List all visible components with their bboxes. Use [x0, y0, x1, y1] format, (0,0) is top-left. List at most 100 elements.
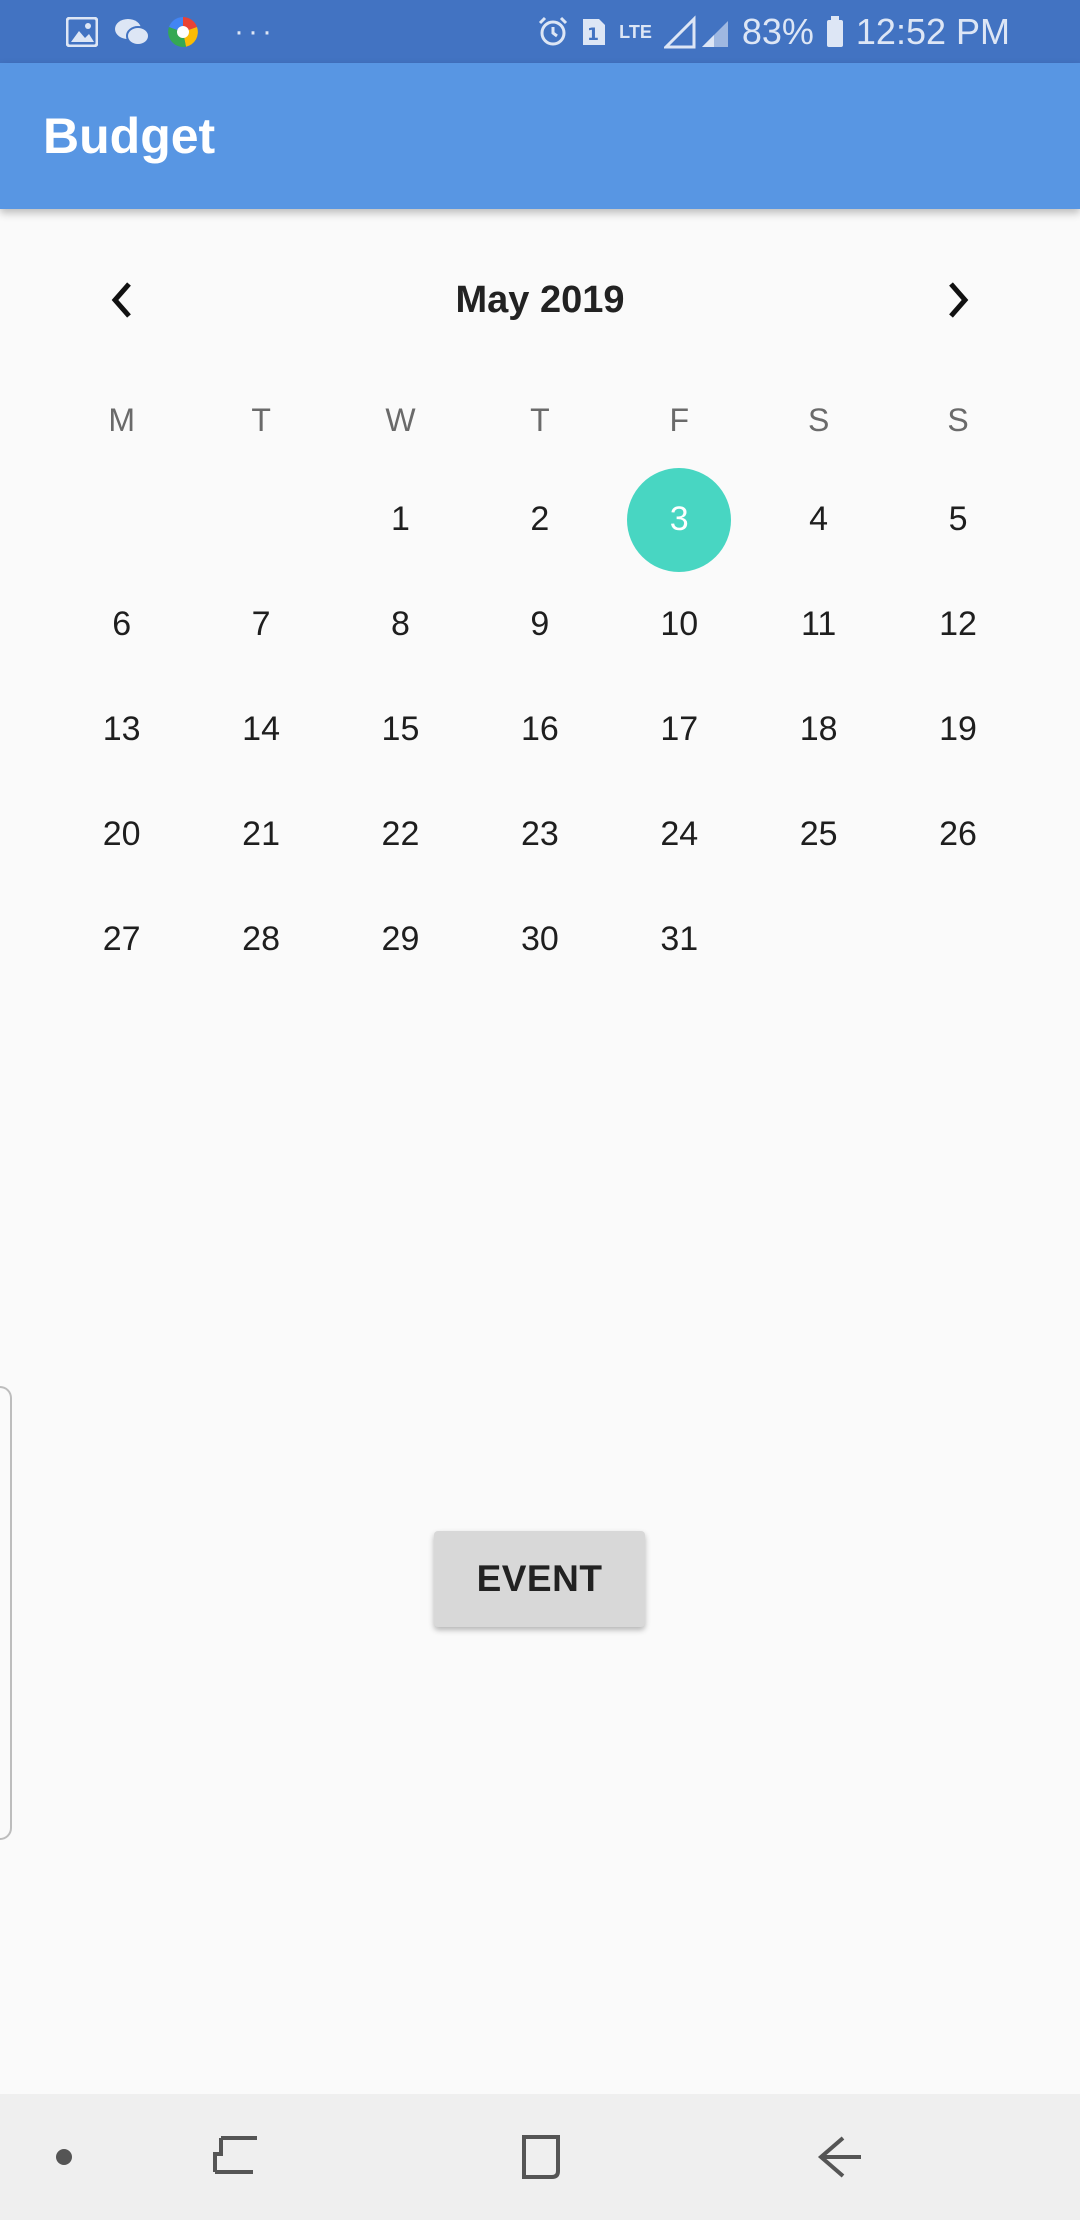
calendar-day-8[interactable]: 8	[331, 572, 470, 677]
calendar-day-10[interactable]: 10	[610, 572, 749, 677]
calendar-day-3[interactable]: 3	[610, 467, 749, 572]
day-number: 26	[939, 815, 977, 853]
empty-day-cell	[749, 887, 888, 992]
weekday-label: W	[385, 402, 416, 438]
page-title: Budget	[43, 108, 216, 164]
day-number: 1	[391, 500, 410, 538]
empty-day-cell	[191, 467, 330, 572]
day-number: 13	[102, 710, 141, 748]
day-number: 17	[660, 710, 699, 748]
day-number: 10	[660, 605, 699, 643]
calendar-day-14[interactable]: 14	[191, 677, 330, 782]
calendar-day-13[interactable]: 13	[52, 677, 191, 782]
battery-percent: 83%	[741, 10, 814, 52]
status-left-icons: ···	[66, 0, 276, 63]
more-notifications-icon: ···	[234, 14, 276, 48]
dot-icon[interactable]	[34, 2094, 94, 2220]
calendar-day-30[interactable]: 30	[470, 887, 609, 992]
day-number: 22	[381, 815, 420, 853]
calendar-day-19[interactable]: 19	[888, 677, 1027, 782]
calendar-week-row: 27 28 29 30 31	[52, 887, 1028, 992]
calendar-day-12[interactable]: 12	[888, 572, 1027, 677]
sim-icon: 1	[581, 17, 607, 47]
calendar-day-16[interactable]: 16	[470, 677, 609, 782]
calendar-week-row: 1 2 3 4 5	[52, 467, 1028, 572]
previous-month-button[interactable]	[92, 270, 152, 330]
day-number: 6	[112, 605, 132, 643]
calendar-day-11[interactable]: 11	[749, 572, 888, 677]
calendar-day-26[interactable]: 26	[888, 782, 1027, 887]
day-number: 4	[809, 500, 829, 538]
calendar-day-5[interactable]: 5	[888, 467, 1027, 572]
day-number: 27	[102, 920, 141, 958]
day-number: 24	[660, 815, 699, 853]
calendar-grid: 1 2 3 4 5 6 7 8 9 10 11 12 13 14 15 16 17 18 19 20 21 22 23 24 2…	[52, 467, 1028, 992]
calendar-day-4[interactable]: 4	[749, 467, 888, 572]
event-button[interactable]: EVENT	[434, 1531, 645, 1627]
calendar-day-2[interactable]: 2	[470, 467, 609, 572]
calendar-day-18[interactable]: 18	[749, 677, 888, 782]
calendar-week-row: 20 21 22 23 24 25 26	[52, 782, 1028, 887]
calendar-header: May 2019	[0, 250, 1080, 350]
signal-icon	[663, 14, 730, 49]
chevron-right-icon	[949, 282, 969, 318]
day-number: 2	[530, 500, 550, 538]
day-number: 25	[799, 815, 838, 853]
day-number: 18	[799, 710, 838, 748]
calendar-day-29[interactable]: 29	[331, 887, 470, 992]
day-number: 9	[530, 605, 550, 643]
weekday-label: T	[530, 402, 550, 438]
month-label: May 2019	[455, 279, 625, 321]
calendar-day-17[interactable]: 17	[610, 677, 749, 782]
day-number: 30	[520, 920, 559, 958]
calendar-day-9[interactable]: 9	[470, 572, 609, 677]
day-number: 15	[381, 710, 420, 748]
navigation-bar	[0, 2094, 1080, 2220]
calendar-day-22[interactable]: 22	[331, 782, 470, 887]
edge-panel-handle[interactable]	[0, 1386, 12, 1840]
selected-day-number: 3	[627, 467, 732, 572]
empty-day-cell	[52, 467, 191, 572]
calendar-week-row: 13 14 15 16 17 18 19	[52, 677, 1028, 782]
day-number: 28	[242, 920, 280, 958]
calendar-day-7[interactable]: 7	[191, 572, 330, 677]
day-number: 29	[381, 920, 420, 958]
lte-icon: LTE	[619, 21, 652, 42]
calendar-day-28[interactable]: 28	[191, 887, 330, 992]
calendar-day-25[interactable]: 25	[749, 782, 888, 887]
day-number: 5	[948, 500, 968, 538]
calendar-day-6[interactable]: 6	[52, 572, 191, 677]
day-number: 12	[939, 605, 977, 643]
calendar-day-23[interactable]: 23	[470, 782, 609, 887]
calendar-day-21[interactable]: 21	[191, 782, 330, 887]
back-icon[interactable]	[800, 2094, 880, 2220]
day-number: 8	[391, 605, 410, 643]
weekday-label: T	[251, 402, 271, 438]
day-number: 21	[242, 815, 280, 853]
next-month-button[interactable]	[928, 270, 988, 330]
day-number: 16	[520, 710, 559, 748]
calendar-day-27[interactable]: 27	[52, 887, 191, 992]
status-bar: ··· 1 LTE 83% 12:52 PM	[0, 0, 1080, 63]
home-icon[interactable]	[500, 2094, 580, 2220]
app-bar: Budget	[0, 63, 1080, 209]
weekday-label: M	[108, 402, 136, 438]
clock: 12:52 PM	[855, 10, 1010, 52]
sim-number: 1	[587, 25, 599, 45]
weekday-header: M T W T F S S	[52, 380, 1028, 460]
battery-icon	[826, 15, 844, 48]
calendar-day-15[interactable]: 15	[331, 677, 470, 782]
weekday-label: F	[669, 402, 690, 438]
calendar-day-31[interactable]: 31	[610, 887, 749, 992]
day-number: 11	[800, 605, 837, 643]
chevron-left-icon	[111, 282, 131, 318]
calendar-day-1[interactable]: 1	[331, 467, 470, 572]
day-number: 20	[102, 815, 141, 853]
recent-apps-icon[interactable]	[196, 2094, 276, 2220]
calendar-day-24[interactable]: 24	[610, 782, 749, 887]
day-number: 7	[251, 605, 271, 643]
wechat-icon	[114, 17, 150, 47]
calendar-week-row: 6 7 8 9 10 11 12	[52, 572, 1028, 677]
calendar-day-20[interactable]: 20	[52, 782, 191, 887]
day-number: 31	[660, 920, 699, 958]
